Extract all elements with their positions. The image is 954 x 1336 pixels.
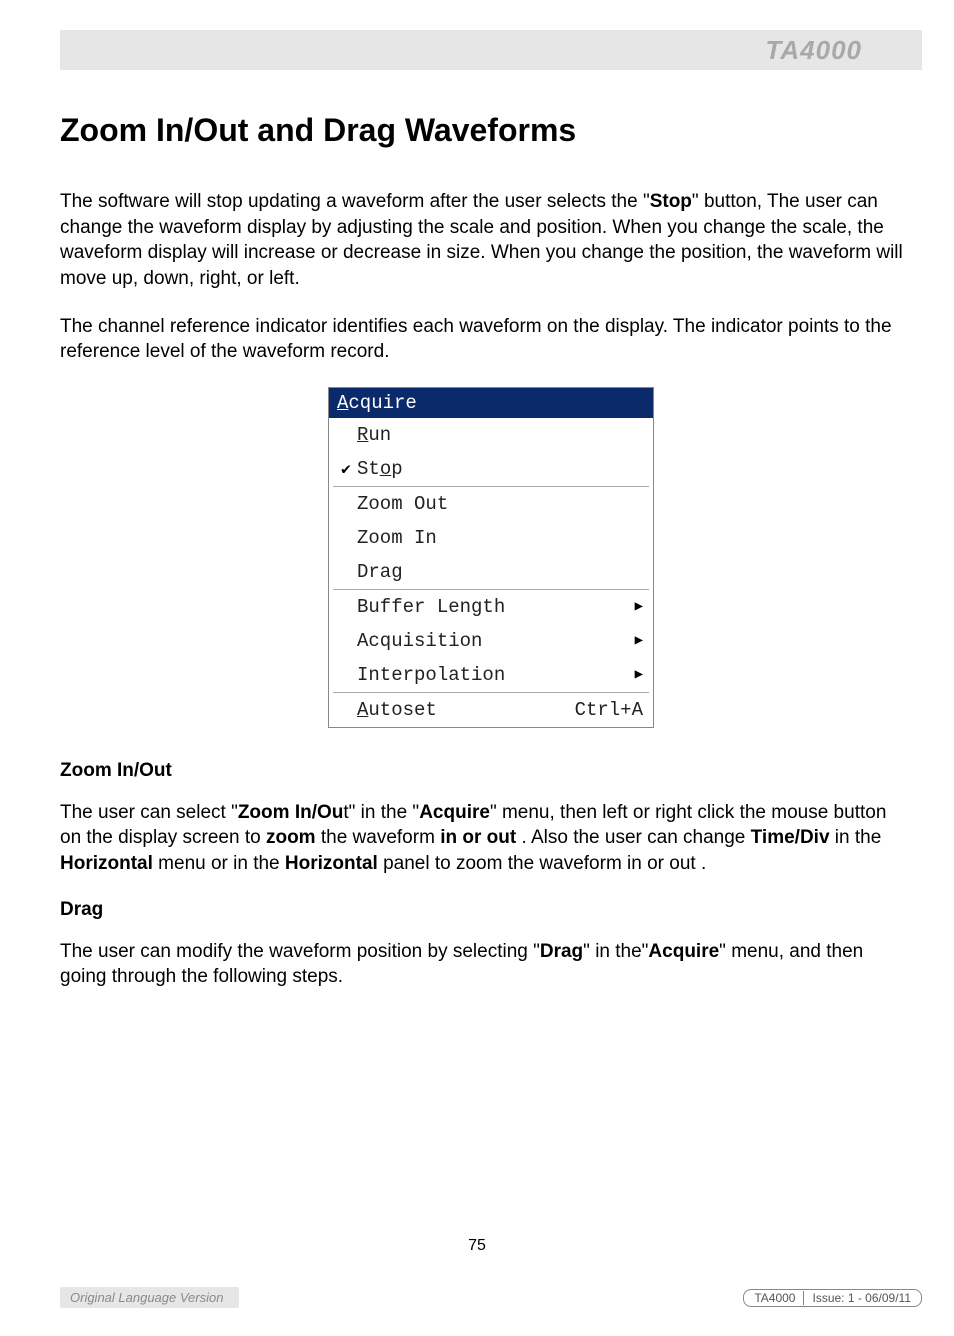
section-heading-drag: Drag (60, 899, 922, 921)
menu-item-acquisition[interactable]: Acquisition ▶ (329, 624, 653, 658)
menu-label: Buffer Length (357, 596, 635, 618)
menu-label: Autoset (357, 699, 575, 721)
bold: Time/Div (751, 827, 830, 848)
footer-model: TA4000 (754, 1291, 795, 1305)
footer-left-badge: Original Language Version (60, 1287, 239, 1308)
menu-item-run[interactable]: Run (329, 418, 653, 452)
menu-item-buffer-length[interactable]: Buffer Length ▶ (329, 590, 653, 624)
menu-label: Zoom Out (357, 493, 643, 515)
text: the waveform (316, 827, 441, 848)
paragraph-1: The software will stop updating a wavefo… (60, 189, 910, 292)
bold: Acquire (648, 941, 719, 962)
text: in the (830, 827, 882, 848)
menu-item-stop[interactable]: ✔ Stop (329, 452, 653, 486)
mnemonic: R (357, 424, 368, 446)
bold: Zoom In/Ou (238, 802, 344, 823)
bold: Acquire (419, 802, 490, 823)
footer-row: Original Language Version TA4000 Issue: … (0, 1287, 954, 1308)
header-band: TA4000 (60, 30, 922, 70)
menu-title: Acquire (329, 388, 653, 418)
text: The user can select " (60, 802, 238, 823)
text: . Also the user can change (516, 827, 751, 848)
menu-label: Run (357, 424, 643, 446)
bold-stop: Stop (650, 191, 692, 212)
menu-label: Stop (357, 458, 643, 480)
page-footer: 75 Original Language Version TA4000 Issu… (0, 1237, 954, 1308)
mnemonic: A (337, 392, 348, 414)
text: " in the" (583, 941, 648, 962)
paragraph-2: The channel reference indicator identifi… (60, 314, 910, 365)
bold: Drag (540, 941, 583, 962)
document-page: TA4000 Zoom In/Out and Drag Waveforms Th… (0, 0, 954, 1336)
product-name: TA4000 (765, 35, 862, 66)
text: panel to zoom the waveform in or out . (378, 853, 706, 874)
check-icon: ✔ (335, 459, 357, 479)
text: The software will stop updating a wavefo… (60, 191, 650, 212)
menu-label: Interpolation (357, 664, 635, 686)
footer-right-badge: TA4000 Issue: 1 - 06/09/11 (743, 1289, 922, 1307)
divider (803, 1291, 804, 1305)
bold: zoom (266, 827, 316, 848)
menu-label: Drag (357, 561, 643, 583)
text: St (357, 458, 380, 480)
menu-item-interpolation[interactable]: Interpolation ▶ (329, 658, 653, 692)
text: The user can modify the waveform positio… (60, 941, 540, 962)
section-heading-zoom: Zoom In/Out (60, 760, 922, 782)
bold: Horizontal (285, 853, 378, 874)
menu-item-zoom-out[interactable]: Zoom Out (329, 487, 653, 521)
menu-screenshot: Acquire Run ✔ Stop Zoom Out Zoom In Drag (60, 387, 922, 728)
paragraph-drag: The user can modify the waveform positio… (60, 939, 910, 990)
text: utoset (368, 699, 436, 721)
text: menu or in the (153, 853, 285, 874)
mnemonic: A (357, 699, 368, 721)
menu-label: Zoom In (357, 527, 643, 549)
submenu-arrow-icon: ▶ (635, 666, 643, 683)
mnemonic: o (380, 458, 391, 480)
menu-label: Acquisition (357, 630, 635, 652)
bold: Horizontal (60, 853, 153, 874)
submenu-arrow-icon: ▶ (635, 632, 643, 649)
acquire-menu: Acquire Run ✔ Stop Zoom Out Zoom In Drag (328, 387, 654, 728)
text: t" in the " (343, 802, 419, 823)
menu-item-zoom-in[interactable]: Zoom In (329, 521, 653, 555)
footer-issue: Issue: 1 - 06/09/11 (812, 1291, 911, 1305)
text: cquire (348, 392, 416, 414)
menu-shortcut: Ctrl+A (575, 699, 643, 721)
page-number: 75 (0, 1237, 954, 1255)
page-title: Zoom In/Out and Drag Waveforms (60, 112, 922, 149)
menu-item-autoset[interactable]: Autoset Ctrl+A (329, 693, 653, 727)
bold: in or out (440, 827, 516, 848)
paragraph-zoom: The user can select "Zoom In/Out" in the… (60, 800, 910, 877)
text: un (368, 424, 391, 446)
menu-item-drag[interactable]: Drag (329, 555, 653, 589)
submenu-arrow-icon: ▶ (635, 598, 643, 615)
text: p (391, 458, 402, 480)
